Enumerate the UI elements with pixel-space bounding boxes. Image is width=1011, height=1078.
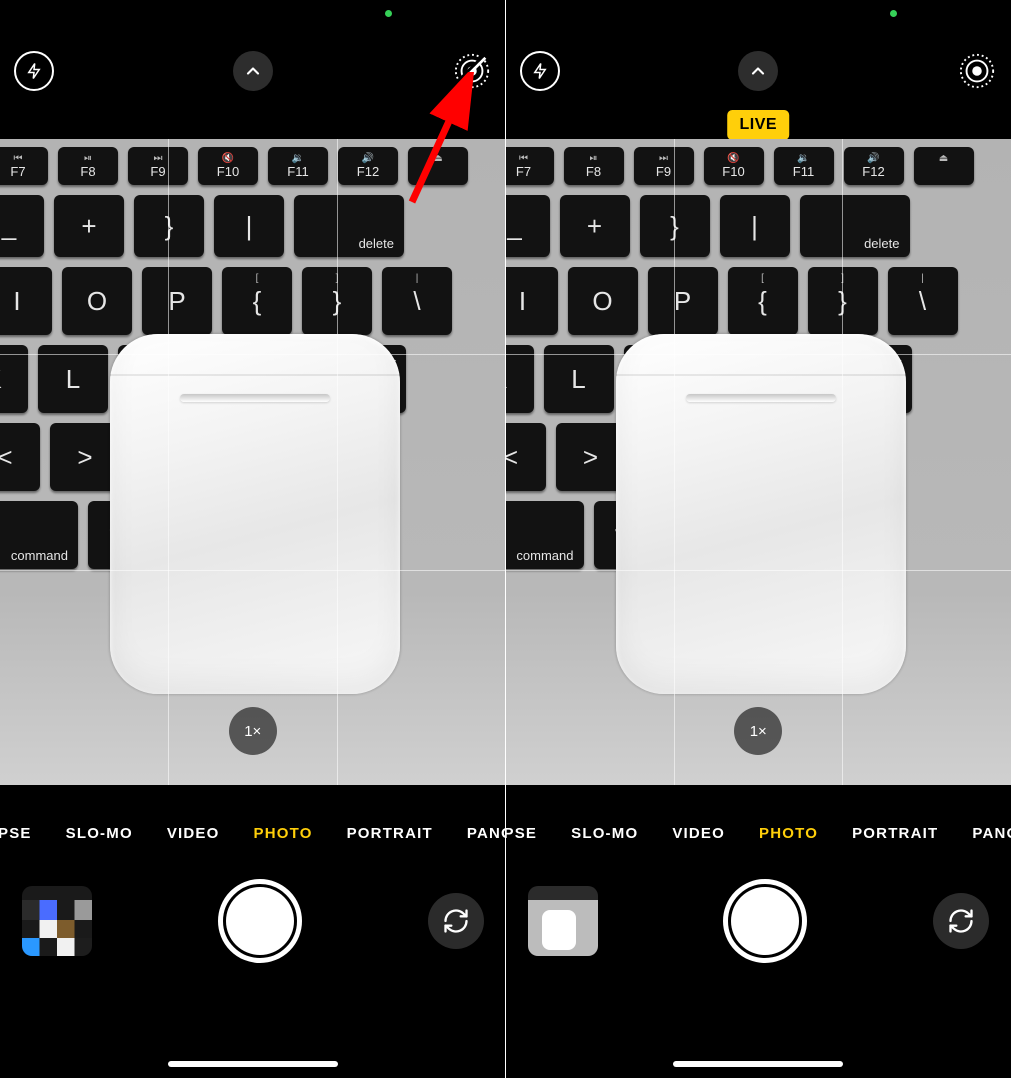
keyboard-key: ⏏ (914, 147, 974, 185)
screenshot-separator (505, 0, 506, 1078)
grid-line (506, 570, 1011, 571)
keyboard-key: ⏮F7 (0, 147, 48, 185)
mode-portrait[interactable]: PORTRAIT (347, 825, 433, 842)
delete-key: delete (294, 195, 404, 257)
camera-indicator-dot (890, 10, 897, 17)
last-photo-thumbnail[interactable] (528, 886, 598, 956)
delete-key: delete (800, 195, 910, 257)
shutter-button[interactable] (723, 879, 807, 963)
keyboard-key: |\ (382, 267, 452, 335)
keyboard-key: < (506, 423, 546, 491)
keyboard-key: P (142, 267, 212, 335)
live-photo-toggle-off[interactable] (452, 51, 492, 91)
keyboard-key: [{ (222, 267, 292, 335)
iphone-camera-screen-left: ⏮F7 ⏯F8 ⏭F9 🔇F10 🔉F11 🔊F12 ⏏ _ + } | del… (0, 0, 506, 1078)
command-key: command (0, 501, 78, 569)
home-indicator[interactable] (168, 1061, 338, 1067)
mode-slomo[interactable]: SLO-MO (571, 825, 638, 842)
camera-bottom-bar (0, 866, 506, 976)
zoom-button[interactable]: 1× (734, 707, 782, 755)
command-key: command (506, 501, 584, 569)
grid-line (0, 354, 506, 355)
camera-mode-selector[interactable]: PSE SLO-MO VIDEO PHOTO PORTRAIT PANO (506, 813, 1011, 853)
flash-button[interactable] (520, 51, 560, 91)
home-indicator[interactable] (673, 1061, 843, 1067)
keyboard-key: P (648, 267, 718, 335)
keyboard-key: | (720, 195, 790, 257)
keyboard-key: 🔉F11 (774, 147, 834, 185)
flip-camera-button[interactable] (428, 893, 484, 949)
keyboard-key: |\ (888, 267, 958, 335)
grid-line (842, 139, 843, 785)
mode-video[interactable]: VIDEO (167, 825, 220, 842)
live-badge: LIVE (727, 110, 789, 140)
keyboard-key: ⏯F8 (564, 147, 624, 185)
keyboard-key: ⏯F8 (58, 147, 118, 185)
camera-viewfinder[interactable]: ⏮F7 ⏯F8 ⏭F9 🔇F10 🔉F11 🔊F12 ⏏ _ + } | del… (506, 139, 1011, 785)
mode-portrait[interactable]: PORTRAIT (852, 825, 938, 842)
keyboard-key: 🔇F10 (704, 147, 764, 185)
keyboard-key: ⏏ (408, 147, 468, 185)
keyboard-key: 🔉F11 (268, 147, 328, 185)
flash-button[interactable] (14, 51, 54, 91)
grid-line (168, 139, 169, 785)
keyboard-key: < (0, 423, 40, 491)
keyboard-key: ⏭F9 (128, 147, 188, 185)
grid-line (674, 139, 675, 785)
mode-pano[interactable]: PANO (972, 825, 1011, 842)
shutter-button[interactable] (218, 879, 302, 963)
airpods-case-subject (110, 334, 400, 694)
keyboard-key: O (62, 267, 132, 335)
keyboard-key: + (560, 195, 630, 257)
keyboard-key: _ (0, 195, 44, 257)
camera-bottom-bar (506, 866, 1011, 976)
keyboard-key: ⏮F7 (506, 147, 554, 185)
keyboard-key: I (506, 267, 558, 335)
mode-slomo[interactable]: SLO-MO (66, 825, 133, 842)
camera-top-bar (0, 46, 506, 96)
live-photo-toggle-on[interactable] (957, 51, 997, 91)
grid-line (337, 139, 338, 785)
keyboard-key: O (568, 267, 638, 335)
keyboard-key: 🔊F12 (844, 147, 904, 185)
keyboard-key: 🔇F10 (198, 147, 258, 185)
mode-photo[interactable]: PHOTO (759, 825, 818, 842)
keyboard-key: | (214, 195, 284, 257)
keyboard-key: _ (506, 195, 550, 257)
camera-indicator-dot (385, 10, 392, 17)
mode-pano[interactable]: PANO (467, 825, 506, 842)
keyboard-key: ⏭F9 (634, 147, 694, 185)
mode-video[interactable]: VIDEO (672, 825, 725, 842)
camera-top-bar (506, 46, 1011, 96)
camera-viewfinder[interactable]: ⏮F7 ⏯F8 ⏭F9 🔇F10 🔉F11 🔊F12 ⏏ _ + } | del… (0, 139, 506, 785)
keyboard-key: + (54, 195, 124, 257)
flip-camera-button[interactable] (933, 893, 989, 949)
keyboard-key: 🔊F12 (338, 147, 398, 185)
last-photo-thumbnail[interactable] (22, 886, 92, 956)
options-chevron-button[interactable] (233, 51, 273, 91)
keyboard-key: [{ (728, 267, 798, 335)
zoom-button[interactable]: 1× (229, 707, 277, 755)
airpods-case-subject (616, 334, 906, 694)
grid-line (0, 570, 506, 571)
iphone-camera-screen-right: LIVE ⏮F7 ⏯F8 ⏭F9 🔇F10 🔉F11 🔊F12 ⏏ _ + } … (506, 0, 1011, 1078)
mode-timelapse[interactable]: PSE (0, 825, 32, 842)
grid-line (506, 354, 1011, 355)
mode-timelapse[interactable]: PSE (506, 825, 538, 842)
camera-mode-selector[interactable]: PSE SLO-MO VIDEO PHOTO PORTRAIT PANO (0, 813, 506, 853)
options-chevron-button[interactable] (738, 51, 778, 91)
keyboard-key: I (0, 267, 52, 335)
mode-photo[interactable]: PHOTO (254, 825, 313, 842)
